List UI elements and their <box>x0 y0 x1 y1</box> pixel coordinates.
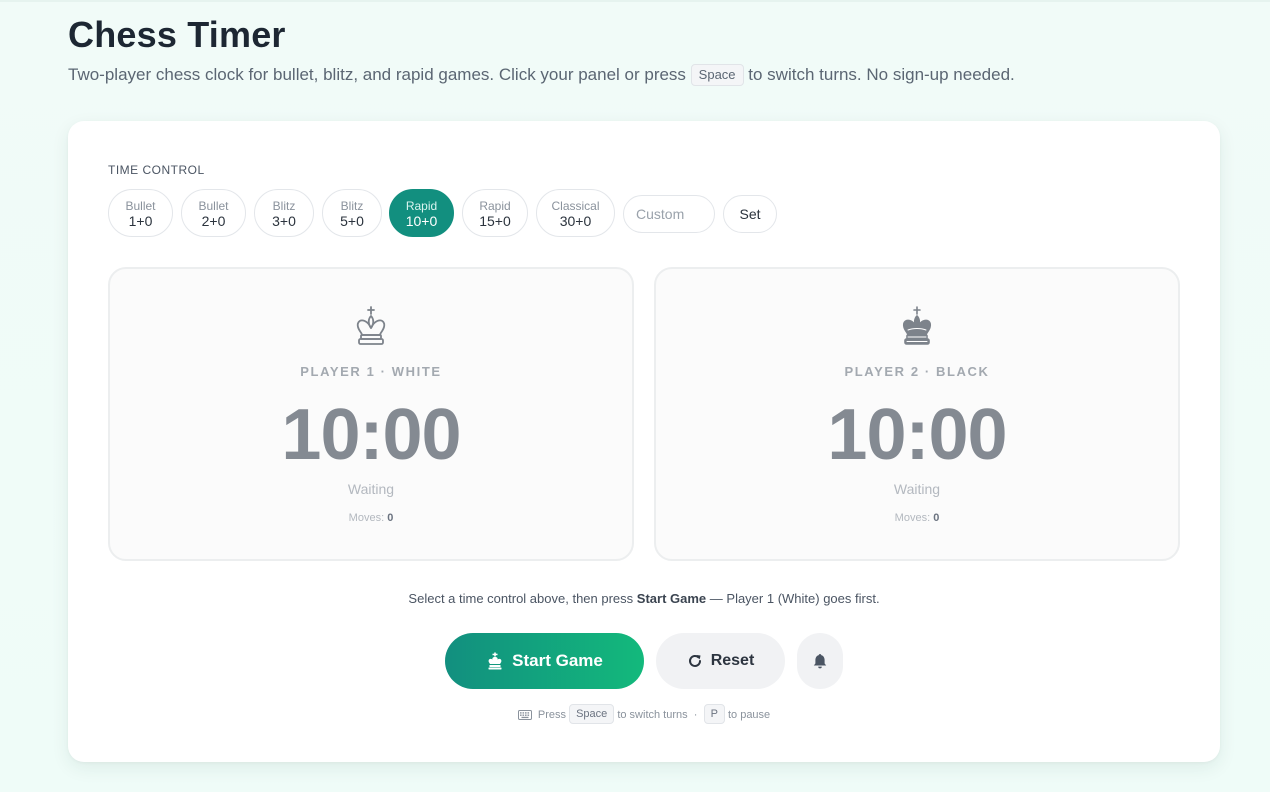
moves-label: Moves: <box>348 512 385 524</box>
reset-label: Reset <box>710 652 755 669</box>
moves-label: Moves: <box>894 512 931 524</box>
space-key-badge: Space <box>690 64 744 86</box>
page-title: Chess Timer <box>68 14 286 55</box>
preset-type: Rapid <box>405 199 438 213</box>
preset-bullet-1-0[interactable]: Bullet 1+0 <box>108 189 173 237</box>
hint-text: Select a time control above, then press <box>408 591 634 606</box>
player-2-panel[interactable]: PLAYER 2 · BLACK 10:00 Waiting Moves: 0 <box>654 267 1180 561</box>
player-1-clock: 10:00 <box>281 395 461 475</box>
refresh-icon <box>688 654 701 667</box>
preset-type: Bullet <box>198 199 229 213</box>
shortcut-pause-text: to pause <box>727 709 771 721</box>
preset-blitz-5-0[interactable]: Blitz 5+0 <box>322 189 382 237</box>
keyboard-icon <box>517 710 532 720</box>
preset-blitz-3-0[interactable]: Blitz 3+0 <box>254 189 314 237</box>
set-custom-button[interactable]: Set <box>723 195 777 233</box>
player-2-name: PLAYER 2 · BLACK <box>844 364 990 379</box>
player-1-name: PLAYER 1 · WHITE <box>300 364 442 379</box>
king-icon <box>488 652 502 670</box>
preset-type: Blitz <box>340 199 364 213</box>
player-1-panel[interactable]: PLAYER 1 · WHITE 10:00 Waiting Moves: 0 <box>108 267 634 561</box>
player-2-clock: 10:00 <box>827 395 1007 475</box>
white-king-icon <box>356 306 386 345</box>
reset-button[interactable]: Reset <box>656 633 785 689</box>
preset-time: 2+0 <box>201 213 226 229</box>
preset-type: Rapid <box>479 199 511 213</box>
shortcut-press-text: Press <box>537 709 566 721</box>
shortcut-switch-text: to switch turns <box>617 709 688 721</box>
preset-time: 15+0 <box>479 213 511 229</box>
preset-type: Classical <box>551 199 600 213</box>
preset-rapid-10-0[interactable]: Rapid 10+0 <box>389 189 454 237</box>
moves-count: 0 <box>387 512 394 524</box>
bell-icon <box>813 653 827 668</box>
player-1-moves: Moves: 0 <box>110 512 632 524</box>
preset-type: Bullet <box>125 199 156 213</box>
preset-time: 30+0 <box>559 213 592 229</box>
subtitle-text-end: to switch turns. No sign-up needed. <box>748 65 1015 84</box>
preset-time: 10+0 <box>405 213 438 229</box>
time-control-label: TIME CONTROL <box>108 163 205 177</box>
preset-classical-30-0[interactable]: Classical 30+0 <box>536 189 615 237</box>
keyboard-shortcuts: Press Space to switch turns · P to pause <box>68 704 1220 724</box>
hint-text-end: — Player 1 (White) goes first. <box>709 591 880 606</box>
player-1-status: Waiting <box>347 481 395 497</box>
preset-type: Blitz <box>272 199 296 213</box>
preset-time: 3+0 <box>272 213 296 229</box>
page-subtitle: Two-player chess clock for bullet, blitz… <box>68 64 1015 86</box>
pause-key-badge: P <box>703 704 725 724</box>
moves-count: 0 <box>933 512 940 524</box>
instruction-hint: Select a time control above, then press … <box>68 591 1220 606</box>
player-2-status: Waiting <box>893 481 941 497</box>
start-game-button[interactable]: Start Game <box>445 633 644 689</box>
preset-rapid-15-0[interactable]: Rapid 15+0 <box>462 189 528 237</box>
top-border <box>0 0 1270 2</box>
timer-card: TIME CONTROL Bullet 1+0 Bullet 2+0 Blitz… <box>68 121 1220 762</box>
start-game-label: Start Game <box>512 651 603 670</box>
player-2-moves: Moves: 0 <box>656 512 1178 524</box>
sound-toggle-button[interactable] <box>797 633 843 689</box>
space-key-badge: Space <box>569 704 615 724</box>
preset-time: 1+0 <box>128 213 153 229</box>
subtitle-text: Two-player chess clock for bullet, blitz… <box>68 65 686 84</box>
shortcut-separator: · <box>693 709 698 721</box>
preset-time: 5+0 <box>340 213 364 229</box>
black-king-icon <box>902 306 932 345</box>
custom-time-input[interactable] <box>623 195 715 233</box>
hint-bold: Start Game <box>636 591 707 606</box>
preset-bullet-2-0[interactable]: Bullet 2+0 <box>181 189 246 237</box>
